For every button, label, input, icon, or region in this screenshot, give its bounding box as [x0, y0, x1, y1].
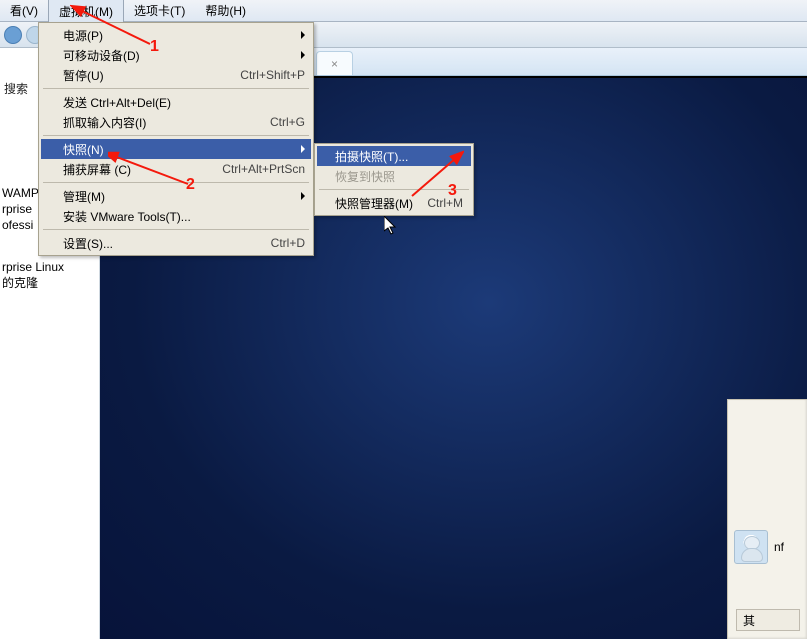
menu-item-install-tools[interactable]: 安装 VMware Tools(T)...	[41, 206, 311, 226]
guest-login-panel: nf 其	[727, 399, 807, 639]
chevron-right-icon	[301, 51, 305, 59]
menu-item-send-cad[interactable]: 发送 Ctrl+Alt+Del(E)	[41, 92, 311, 112]
menu-help[interactable]: 帮助(H)	[195, 0, 256, 22]
menu-separator	[43, 88, 309, 89]
menu-separator	[43, 135, 309, 136]
vm-dropdown-menu: 电源(P) 可移动设备(D) 暂停(U) Ctrl+Shift+P 发送 Ctr…	[38, 22, 314, 256]
menu-view[interactable]: 看(V)	[0, 0, 48, 22]
menu-item-capture-screen[interactable]: 捕获屏幕 (C) Ctrl+Alt+PrtScn	[41, 159, 311, 179]
menu-item-snapshot[interactable]: 快照(N)	[41, 139, 311, 159]
chevron-right-icon	[301, 31, 305, 39]
login-username: nf	[774, 540, 784, 554]
toolbar-button-1[interactable]	[4, 26, 22, 44]
submenu-take-snapshot[interactable]: 拍摄快照(T)...	[317, 146, 471, 166]
menu-tabs[interactable]: 选项卡(T)	[124, 0, 195, 22]
menu-vm[interactable]: 虚拟机(M)	[48, 0, 124, 23]
avatar-icon	[734, 530, 768, 564]
chevron-right-icon	[301, 145, 305, 153]
snapshot-submenu: 拍摄快照(T)... 恢复到快照 快照管理器(M) Ctrl+M	[314, 143, 474, 216]
login-other-button[interactable]: 其	[736, 609, 800, 631]
menu-separator	[43, 229, 309, 230]
menu-separator	[319, 189, 469, 190]
submenu-snapshot-manager[interactable]: 快照管理器(M) Ctrl+M	[317, 193, 471, 213]
menubar: 看(V) 虚拟机(M) 选项卡(T) 帮助(H)	[0, 0, 807, 22]
menu-item-pause[interactable]: 暂停(U) Ctrl+Shift+P	[41, 65, 311, 85]
menu-item-removable[interactable]: 可移动设备(D)	[41, 45, 311, 65]
menu-separator	[43, 182, 309, 183]
sidebar-item[interactable]: rprise Linux	[2, 259, 97, 275]
sidebar-item[interactable]: 的克隆	[2, 275, 97, 291]
menu-item-manage[interactable]: 管理(M)	[41, 186, 311, 206]
login-user-row[interactable]: nf	[734, 530, 784, 564]
menu-item-power[interactable]: 电源(P)	[41, 25, 311, 45]
submenu-revert-snapshot: 恢复到快照	[317, 166, 471, 186]
tab-active[interactable]: ×	[316, 51, 353, 75]
tab-close-icon[interactable]: ×	[331, 57, 338, 71]
chevron-right-icon	[301, 192, 305, 200]
menu-item-grab-input[interactable]: 抓取输入内容(I) Ctrl+G	[41, 112, 311, 132]
menu-item-settings[interactable]: 设置(S)... Ctrl+D	[41, 233, 311, 253]
